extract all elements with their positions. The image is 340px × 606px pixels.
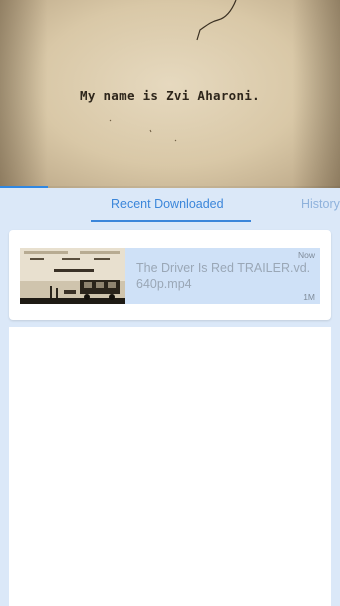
download-list-empty-area: [9, 327, 331, 606]
tab-recent-downloaded[interactable]: Recent Downloaded: [111, 197, 224, 211]
video-player[interactable]: My name is Zvi Aharoni.: [0, 0, 340, 188]
video-thumbnail: [20, 248, 125, 304]
download-item[interactable]: The Driver Is Red TRAILER.vd.640p.mp4 No…: [20, 248, 320, 304]
download-item-title: The Driver Is Red TRAILER.vd.640p.mp4: [136, 261, 311, 291]
tab-history[interactable]: History: [301, 197, 340, 211]
download-list-card: The Driver Is Red TRAILER.vd.640p.mp4 No…: [9, 230, 331, 320]
tab-selected-indicator: [91, 220, 251, 222]
download-item-size: 1M: [303, 292, 315, 302]
tab-bar: Recent Downloaded History: [0, 188, 340, 224]
video-caption: My name is Zvi Aharoni.: [80, 88, 260, 103]
download-item-time: Now: [297, 250, 315, 260]
